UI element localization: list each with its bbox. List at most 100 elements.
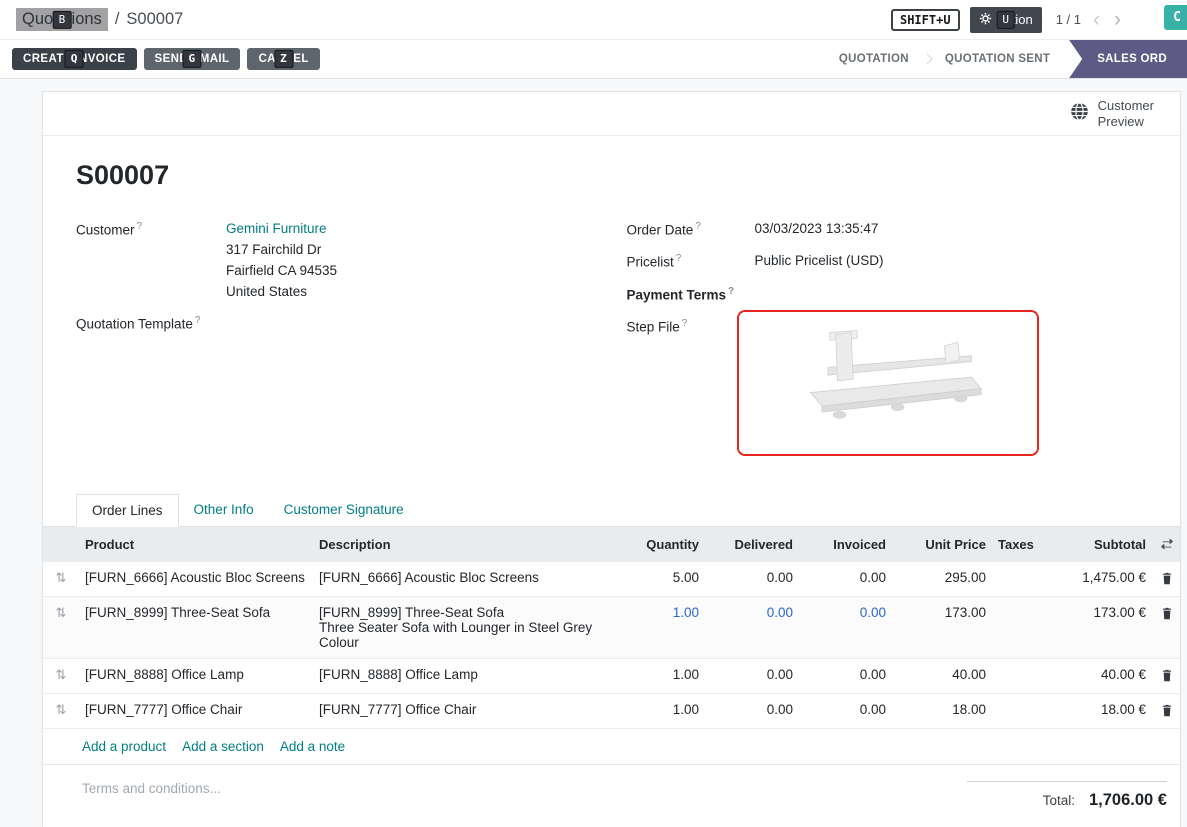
quantity-cell[interactable]: 5.00 [613,562,705,597]
pricelist-value[interactable]: Public Pricelist (USD) [755,251,1148,273]
terms-and-conditions-input[interactable]: Terms and conditions... [82,781,221,810]
customer-value: Gemini Furniture 317 Fairchild Dr Fairfi… [226,219,597,303]
unit-price-cell[interactable]: 295.00 [892,562,992,597]
quantity-cell[interactable]: 1.00 [613,694,705,729]
product-cell[interactable]: [FURN_8888] Office Lamp [79,659,313,694]
description-cell[interactable]: [FURN_6666] Acoustic Bloc Screens [313,562,613,597]
help-icon: ? [728,286,734,297]
order-line-row-2: ⇅ [FURN_8999] Three-Seat Sofa [FURN_8999… [43,597,1181,659]
globe-icon [1070,102,1089,126]
line-footer-links: Add a product Add a section Add a note [43,729,1180,765]
add-a-section-link[interactable]: Add a section [182,739,264,754]
quotation-template-input[interactable] [226,313,597,335]
fields-left-column: Customer? Gemini Furniture 317 Fairchild… [76,219,597,466]
invoiced-cell[interactable]: 0.00 [799,659,892,694]
subtotal-cell: 173.00 € [1036,597,1152,659]
fields-grid: Customer? Gemini Furniture 317 Fairchild… [76,219,1147,466]
delivered-cell[interactable]: 0.00 [705,597,799,659]
pager-next-button chevron-right-icon[interactable]: › [1112,9,1123,30]
col-invoiced: Invoiced [799,527,892,562]
action-menu-button[interactable]: Action U [970,7,1042,33]
customer-address-line-3: United States [226,282,597,303]
status-bar: QUOTATION QUOTATION SENT SALES ORD [825,40,1187,78]
order-line-row-4: ⇅ [FURN_7777] Office Chair [FURN_7777] O… [43,694,1181,729]
add-a-note-link[interactable]: Add a note [280,739,345,754]
add-a-product-link[interactable]: Add a product [82,739,166,754]
toggle-columns-icon[interactable] [1160,537,1174,554]
customer-preview-line1: Customer [1098,98,1154,114]
breadcrumb-quotations-link[interactable]: Quotations B [16,8,108,31]
unit-price-cell[interactable]: 173.00 [892,597,992,659]
description-cell[interactable]: [FURN_8888] Office Lamp [313,659,613,694]
help-icon: ? [682,318,688,329]
taxes-cell[interactable] [992,562,1036,597]
help-icon: ? [195,315,201,326]
delivered-cell[interactable]: 0.00 [705,659,799,694]
drag-handle-icon[interactable]: ⇅ [56,605,67,620]
preview-strip: Customer Preview [43,92,1180,136]
order-date-value[interactable]: 03/03/2023 13:35:47 [755,219,1148,241]
col-options [1152,527,1181,562]
drag-handle-icon[interactable]: ⇅ [56,667,67,682]
order-date-label: Order Date? [627,219,755,241]
customer-preview-link[interactable]: Customer Preview [1098,98,1154,129]
customer-address-line-2: Fairfield CA 94535 [226,261,597,282]
drag-handle-icon[interactable]: ⇅ [56,702,67,717]
shortcut-badge-shift-u: SHIFT+U [891,9,960,31]
state-quotation-sent[interactable]: QUOTATION SENT [931,40,1064,78]
taxes-cell[interactable] [992,597,1036,659]
state-quotation[interactable]: QUOTATION [825,40,923,78]
help-icon: ? [676,253,682,264]
invoiced-cell[interactable]: 0.00 [799,562,892,597]
shortcut-badge-g: G [182,50,201,68]
tab-order-lines[interactable]: Order Lines [76,494,179,527]
drag-handle-icon[interactable]: ⇅ [56,570,67,585]
send-email-button[interactable]: SEND EMAIL G [144,48,241,70]
quotation-template-field-row: Quotation Template? [76,313,597,335]
product-cell[interactable]: [FURN_6666] Acoustic Bloc Screens [79,562,313,597]
delete-row-icon[interactable] [1161,669,1173,685]
step-file-field-row: Step File? [627,316,1148,456]
state-sales-order[interactable]: SALES ORD [1069,40,1187,78]
description-cell[interactable]: [FURN_7777] Office Chair [313,694,613,729]
tab-customer-signature[interactable]: Customer Signature [269,494,419,527]
delivered-cell[interactable]: 0.00 [705,562,799,597]
delete-row-icon[interactable] [1161,704,1173,720]
unit-price-cell[interactable]: 18.00 [892,694,992,729]
total-label: Total: [1043,793,1075,808]
payment-terms-label: Payment Terms? [627,284,755,306]
gear-icon [979,12,992,28]
help-icon: ? [137,221,143,232]
delete-row-icon[interactable] [1161,607,1173,623]
create-invoice-button[interactable]: CREATE INVOICE Q [12,48,137,70]
breadcrumb-separator: / [115,10,120,29]
taxes-cell[interactable] [992,659,1036,694]
cancel-button[interactable]: CANCEL Z [247,48,319,70]
quantity-cell[interactable]: 1.00 [613,597,705,659]
invoiced-cell[interactable]: 0.00 [799,694,892,729]
pager-previous-button chevron-left-icon[interactable]: ‹ [1091,9,1102,30]
delivered-cell[interactable]: 0.00 [705,694,799,729]
order-line-row-1: ⇅ [FURN_6666] Acoustic Bloc Screens [FUR… [43,562,1181,597]
tab-other-info[interactable]: Other Info [179,494,269,527]
invoiced-cell[interactable]: 0.00 [799,597,892,659]
total-value: 1,706.00 € [1089,791,1167,810]
quantity-cell[interactable]: 1.00 [613,659,705,694]
subtotal-cell: 1,475.00 € [1036,562,1152,597]
pricelist-field-row: Pricelist? Public Pricelist (USD) [627,251,1148,273]
shortcut-badge-z: Z [274,50,293,68]
subtotal-cell: 18.00 € [1036,694,1152,729]
product-cell[interactable]: [FURN_7777] Office Chair [79,694,313,729]
product-cell[interactable]: [FURN_8999] Three-Seat Sofa [79,597,313,659]
customer-link[interactable]: Gemini Furniture [226,219,597,240]
delete-row-icon[interactable] [1161,572,1173,588]
step-file-image-field[interactable] [737,310,1039,456]
breadcrumb: Quotations B / S00007 [16,8,183,31]
col-product: Product [79,527,313,562]
order-lines-table: Product Description Quantity Delivered I… [43,527,1181,729]
unit-price-cell[interactable]: 40.00 [892,659,992,694]
payment-terms-input[interactable] [755,284,1148,306]
col-description: Description [313,527,613,562]
taxes-cell[interactable] [992,694,1036,729]
description-cell[interactable]: [FURN_8999] Three-Seat SofaThree Seater … [313,597,613,659]
